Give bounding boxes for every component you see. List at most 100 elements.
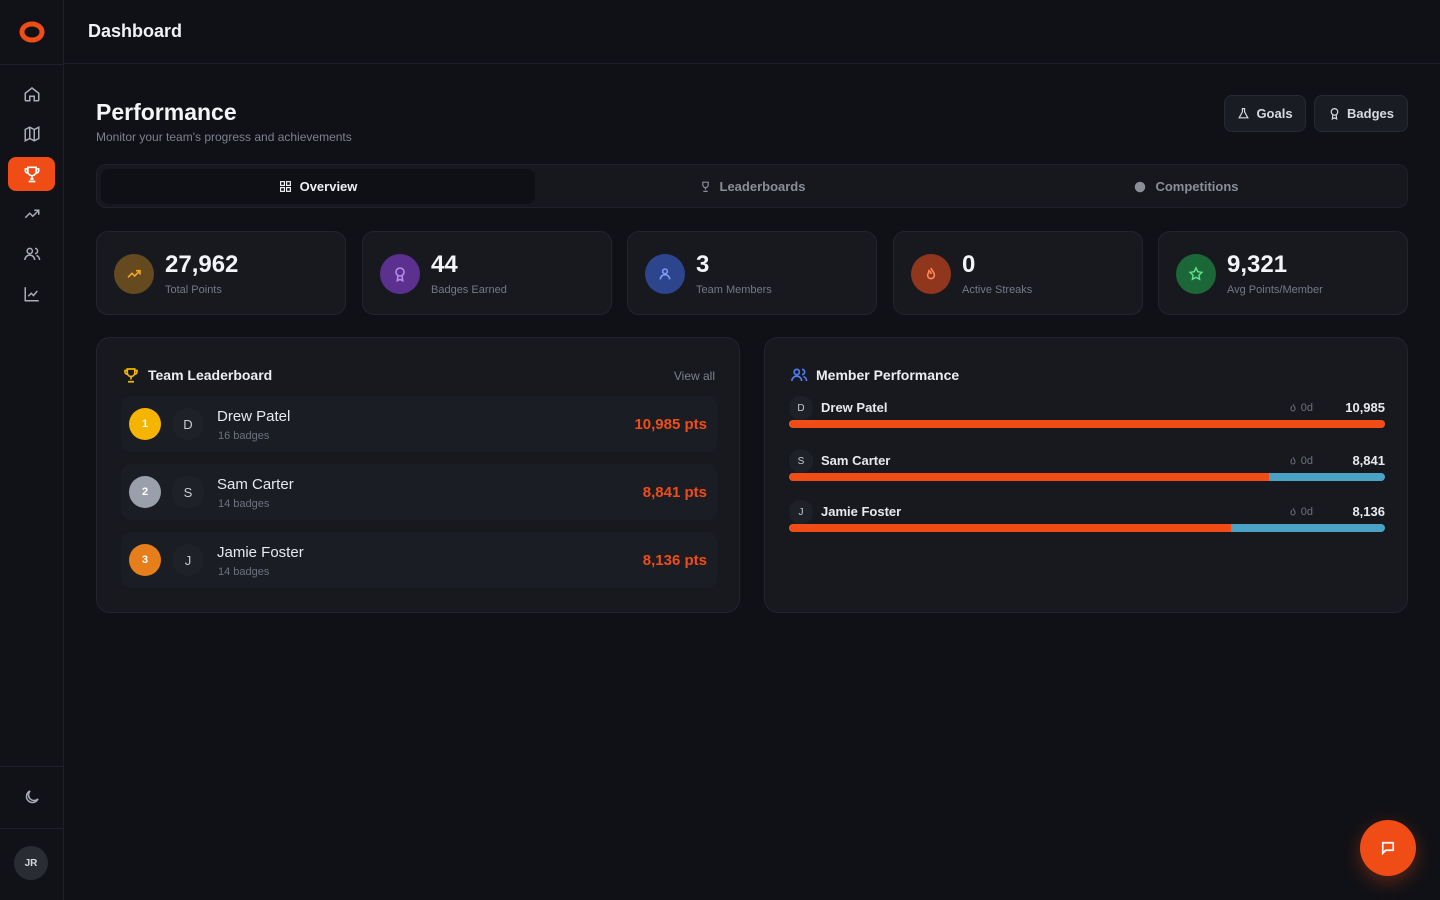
member-points: 8,841: [1352, 453, 1385, 468]
message-icon: [1379, 839, 1397, 857]
member-initial: D: [172, 408, 204, 440]
stat-value: 9,321: [1227, 251, 1288, 278]
trending-up-icon: [23, 205, 41, 223]
rank-badge: 1: [129, 408, 161, 440]
stat-value: 44: [431, 251, 458, 278]
member-points: 10,985: [1345, 400, 1385, 415]
member-initial: D: [789, 396, 813, 420]
member-initial: S: [172, 476, 204, 508]
sidebar-item-trends[interactable]: [8, 197, 55, 231]
stat-label: Avg Points/Member: [1227, 284, 1323, 296]
user-avatar[interactable]: JR: [14, 846, 48, 880]
member-streak-value: 0d: [1300, 455, 1313, 467]
member-performance-row[interactable]: J Jamie Foster 0d 8,136: [789, 500, 1385, 536]
trending-up-icon: [126, 266, 142, 282]
sidebar: JR: [0, 0, 64, 900]
flame-icon: [1288, 507, 1298, 517]
target-icon: [1133, 180, 1147, 194]
goals-button[interactable]: Goals: [1224, 95, 1306, 132]
stat-card-badges-earned: 44 Badges Earned: [362, 231, 612, 315]
member-badges: 14 badges: [218, 498, 270, 510]
users-icon: [790, 366, 808, 384]
stat-label: Team Members: [696, 284, 772, 296]
app-logo[interactable]: [19, 20, 45, 44]
member-streak-value: 0d: [1300, 402, 1313, 414]
view-all-link[interactable]: View all: [674, 369, 715, 383]
stat-value: 3: [696, 251, 710, 278]
stat-icon-bg: [114, 254, 154, 294]
home-icon: [23, 85, 41, 103]
rank-badge: 2: [129, 476, 161, 508]
tab-label: Leaderboards: [719, 179, 806, 194]
member-name: Jamie Foster: [821, 504, 902, 519]
stat-card-active-streaks: 0 Active Streaks: [893, 231, 1143, 315]
tab-leaderboards[interactable]: Leaderboards: [535, 169, 969, 204]
sidebar-divider: [0, 828, 63, 829]
users-icon: [657, 266, 673, 282]
stat-value: 0: [962, 251, 976, 278]
stat-icon-bg: [1176, 254, 1216, 294]
leaderboard-row[interactable]: 3 J Jamie Foster 14 badges 8,136 pts: [121, 532, 717, 588]
badges-button[interactable]: Badges: [1314, 95, 1408, 132]
performance-bar: [789, 524, 1385, 532]
member-points: 8,841 pts: [642, 484, 707, 501]
performance-bar-fill: [789, 420, 1385, 428]
trophy-icon: [699, 180, 712, 193]
member-badges: 16 badges: [218, 430, 270, 442]
panel-title: Member Performance: [790, 366, 959, 384]
flame-icon: [1288, 456, 1298, 466]
rank-badge: 3: [129, 544, 161, 576]
sidebar-item-map[interactable]: [8, 117, 55, 151]
tab-overview[interactable]: Overview: [101, 169, 535, 204]
member-name: Sam Carter: [821, 453, 891, 468]
section-tabs: Overview Leaderboards Competitions: [96, 164, 1408, 208]
performance-bar-fill: [789, 524, 1231, 532]
stat-label: Badges Earned: [431, 284, 507, 296]
performance-bar: [789, 420, 1385, 428]
sidebar-item-performance[interactable]: [8, 157, 55, 191]
leaderboard-row[interactable]: 2 S Sam Carter 14 badges 8,841 pts: [121, 464, 717, 520]
stat-card-avg-points: 9,321 Avg Points/Member: [1158, 231, 1408, 315]
member-streak: 0d: [1288, 455, 1313, 467]
panel-title-text: Member Performance: [816, 367, 960, 383]
chart-icon: [23, 285, 41, 303]
header-title: Dashboard: [88, 21, 183, 41]
member-performance-row[interactable]: S Sam Carter 0d 8,841: [789, 449, 1385, 485]
star-icon: [1188, 266, 1204, 282]
stat-icon-bg: [645, 254, 685, 294]
member-initial: J: [172, 544, 204, 576]
sidebar-item-home[interactable]: [8, 77, 55, 111]
sidebar-item-team[interactable]: [8, 237, 55, 271]
member-name: Jamie Foster: [217, 544, 304, 561]
goals-button-label: Goals: [1256, 106, 1293, 121]
member-initial: S: [789, 449, 813, 473]
member-performance-row[interactable]: D Drew Patel 0d 10,985: [789, 396, 1385, 432]
member-initial: J: [789, 500, 813, 524]
theme-toggle[interactable]: [8, 780, 55, 814]
member-name: Drew Patel: [217, 408, 291, 425]
flask-icon: [1237, 107, 1250, 120]
stat-card-team-members: 3 Team Members: [627, 231, 877, 315]
sidebar-item-analytics[interactable]: [8, 277, 55, 311]
tab-competitions[interactable]: Competitions: [969, 169, 1403, 204]
stat-icon-bg: [911, 254, 951, 294]
grid-icon: [279, 180, 292, 193]
panel-title: Team Leaderboard: [122, 366, 272, 384]
performance-bar-fill: [789, 473, 1269, 481]
moon-icon: [23, 788, 41, 806]
stat-label: Total Points: [165, 284, 222, 296]
member-name: Sam Carter: [217, 476, 294, 493]
leaderboard-row[interactable]: 1 D Drew Patel 16 badges 10,985 pts: [121, 396, 717, 452]
trophy-icon: [122, 366, 140, 384]
tab-label: Competitions: [1155, 179, 1239, 194]
stat-icon-bg: [380, 254, 420, 294]
member-streak: 0d: [1288, 402, 1313, 414]
sidebar-divider: [0, 766, 63, 767]
chat-button[interactable]: [1360, 820, 1416, 876]
users-icon: [23, 245, 41, 263]
stat-label: Active Streaks: [962, 284, 1033, 296]
tab-label: Overview: [299, 179, 358, 194]
sidebar-divider: [0, 64, 63, 65]
map-icon: [23, 125, 41, 143]
page-title: Performance: [96, 99, 237, 125]
